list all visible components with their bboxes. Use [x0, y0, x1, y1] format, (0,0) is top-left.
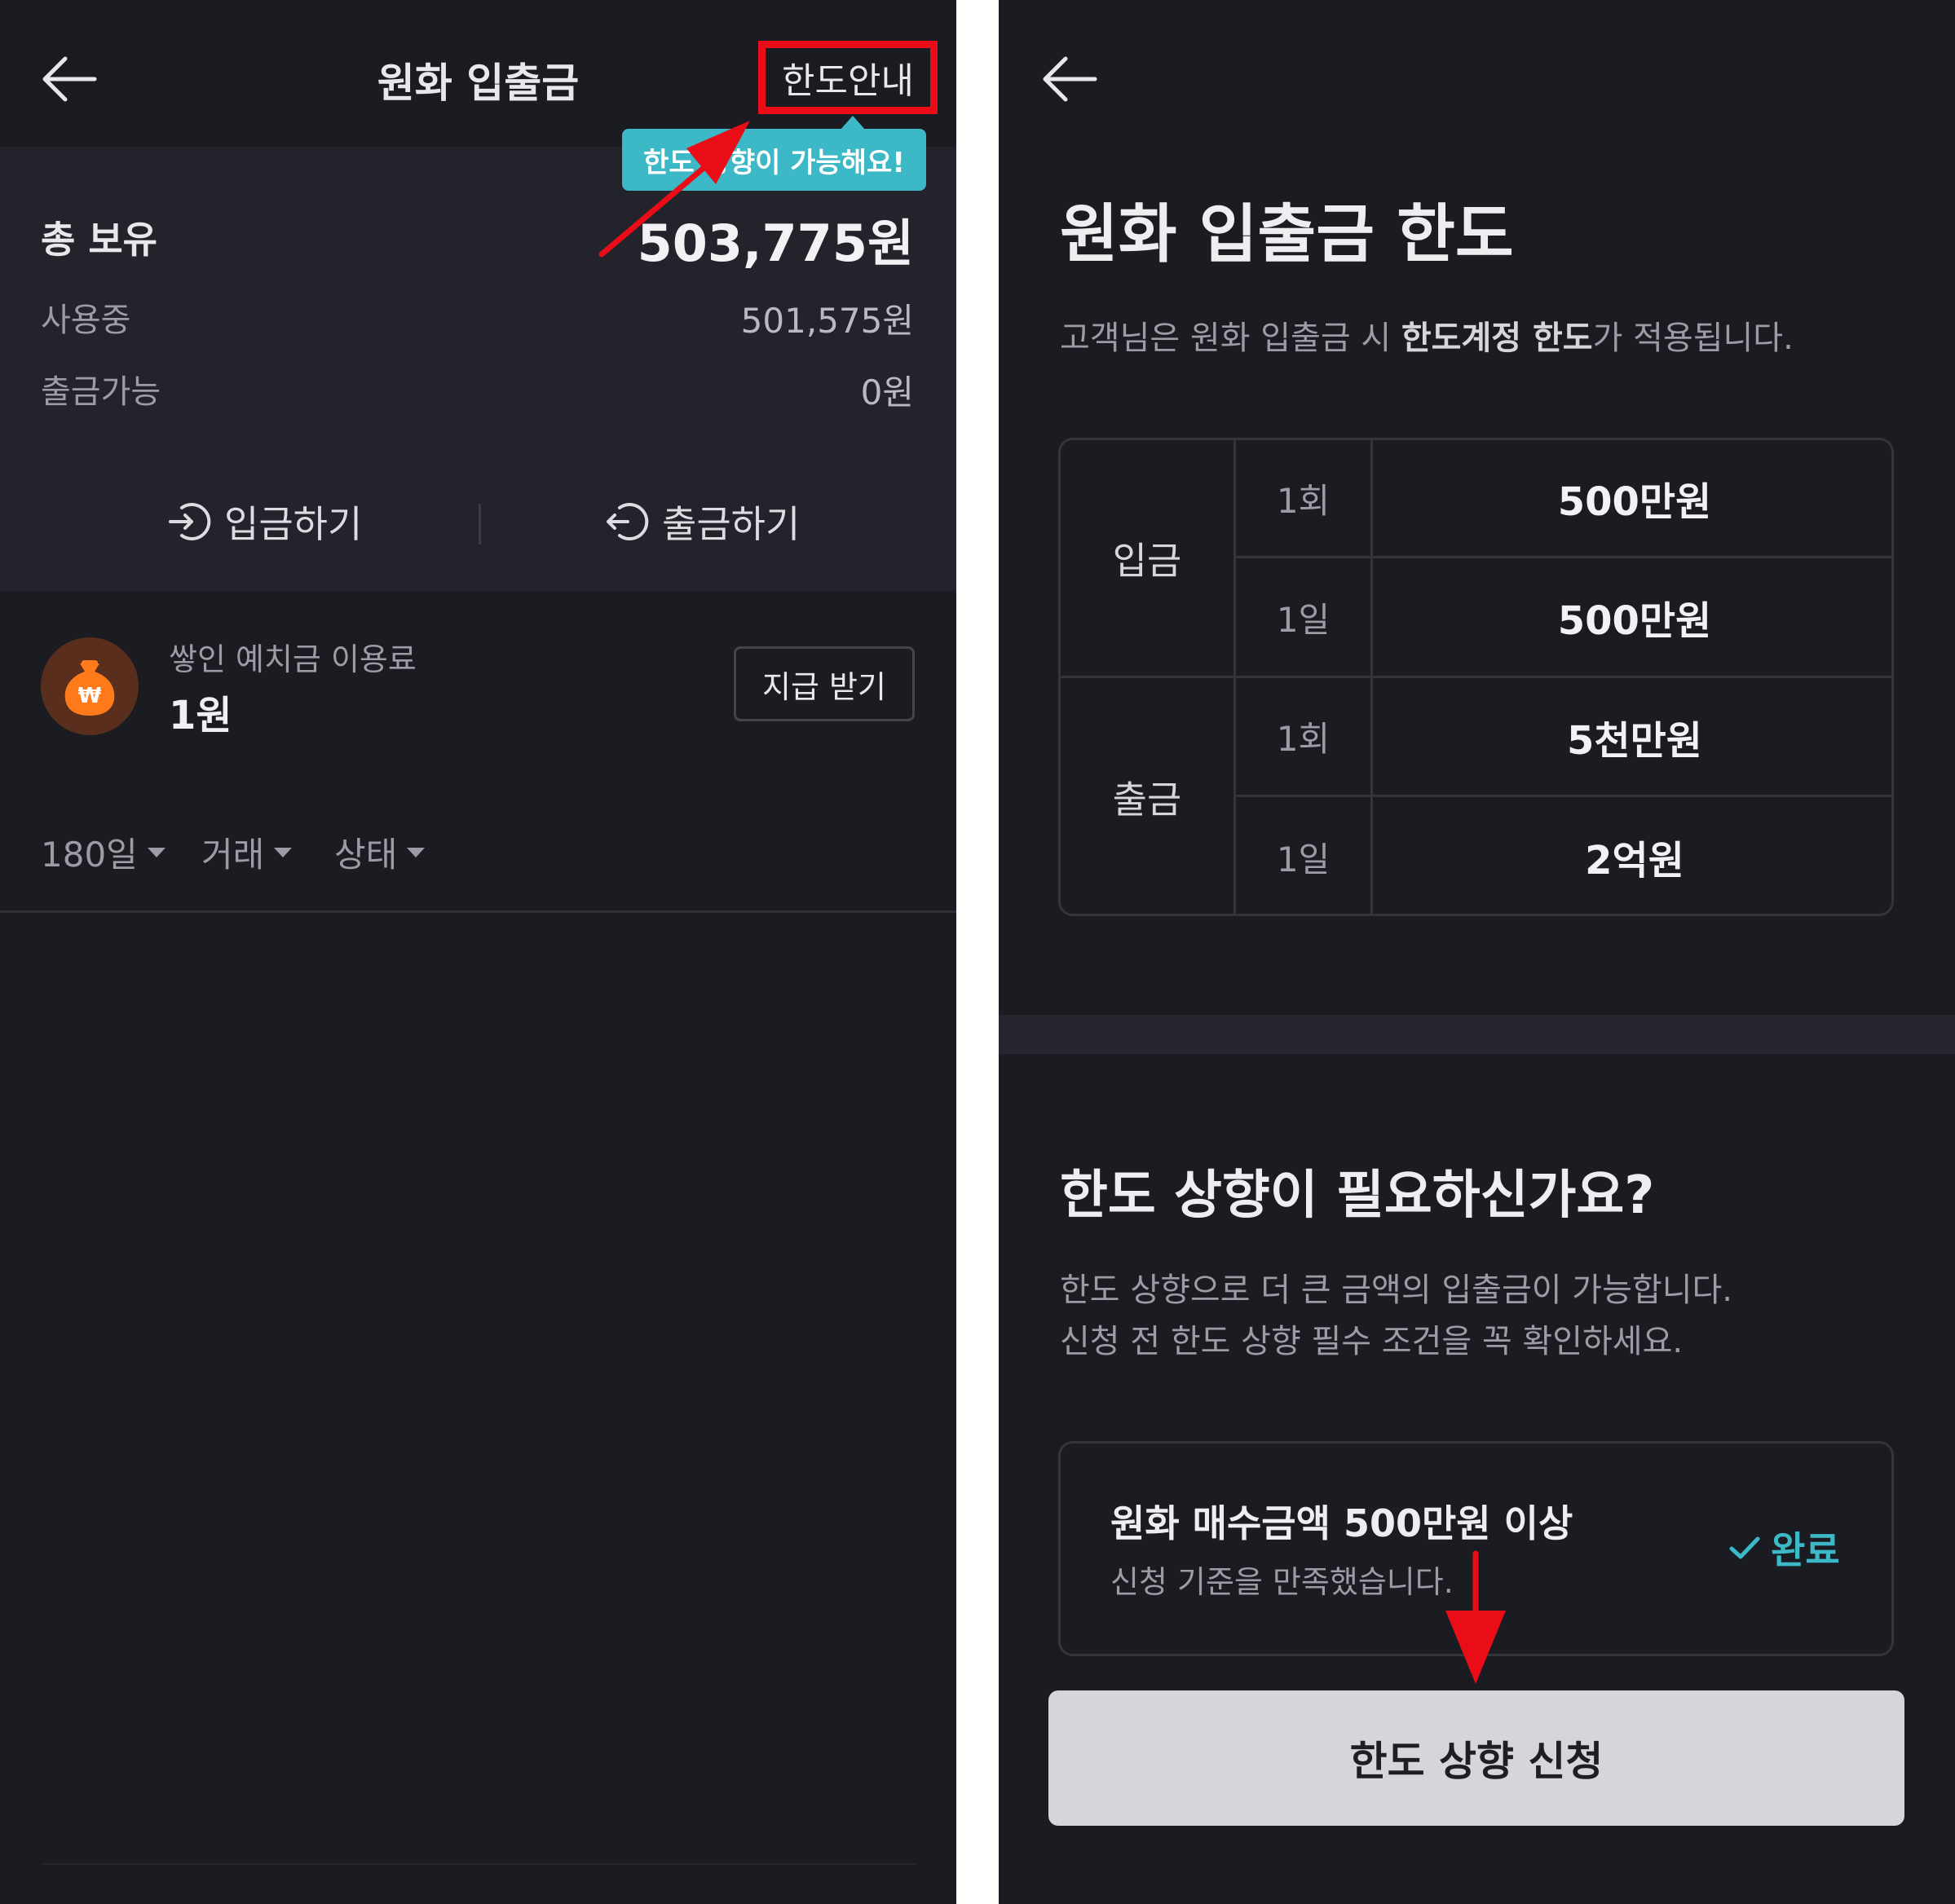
caret-down-icon [274, 847, 293, 857]
description-suffix: 가 적용됩니다. [1592, 320, 1794, 357]
deposit-icon [169, 503, 211, 540]
apply-limit-upgrade-button[interactable]: 한도 상향 신청 [1048, 1690, 1904, 1826]
filter-status-label: 상태 [334, 835, 398, 875]
apply-limit-upgrade-label: 한도 상향 신청 [1349, 1738, 1604, 1785]
condition-status-label: 완료 [1771, 1528, 1840, 1572]
tooltip-text: 한도 상향이 가능해요! [643, 146, 905, 179]
table-group-deposit: 입금 [1112, 538, 1182, 583]
filter-period[interactable]: 180일 [41, 827, 165, 877]
upgrade-info-line: 한도 상향으로 더 큰 금액의 입출금이 가능합니다. [1060, 1272, 1733, 1309]
caret-down-icon [147, 847, 165, 857]
filter-status[interactable]: 상태 [334, 827, 426, 877]
filter-transaction[interactable]: 거래 [201, 827, 293, 877]
limit-description: 고객님은 원화 입출금 시 한도계정 한도가 적용됩니다. [1060, 311, 1794, 359]
description-prefix: 고객님은 원화 입출금 시 [1060, 320, 1401, 357]
deposit-withdraw-screen: 원화 입출금 한도안내 한도 상향이 가능해요! 총 보유 503,775원 사… [0, 0, 956, 1904]
total-holdings-value: 503,775원 [637, 214, 914, 273]
limit-info-screen: 원화 입출금 한도 고객님은 원화 입출금 시 한도계정 한도가 적용됩니다. … [999, 0, 1955, 1904]
table-period: 1일 [1276, 839, 1331, 879]
action-divider [479, 504, 481, 544]
total-holdings-label: 총 보유 [41, 218, 157, 262]
table-amount: 500만원 [1557, 598, 1712, 644]
coin-symbol: ₩ [78, 684, 102, 708]
list-bottom-divider [41, 1863, 917, 1865]
checkmark-icon [1729, 1536, 1760, 1559]
upgrade-title: 한도 상향이 필요하신가요? [1060, 1166, 1655, 1226]
table-amount: 500만원 [1557, 479, 1712, 525]
condition-subtitle: 신청 기준을 만족했습니다. [1110, 1564, 1454, 1600]
limit-guide-label: 한도안내 [782, 60, 914, 102]
upgrade-info-line: 신청 전 한도 상향 필수 조건을 꼭 확인하세요. [1060, 1323, 1684, 1360]
caret-down-icon [407, 847, 426, 857]
in-use-label: 사용중 [41, 302, 131, 339]
withdraw-icon [607, 503, 649, 540]
condition-status: 완료 [1727, 1521, 1840, 1575]
table-period: 1회 [1276, 480, 1331, 521]
limit-title: 원화 입출금 한도 [1060, 198, 1514, 271]
receive-payment-button[interactable]: 지급 받기 [734, 646, 915, 721]
section-separator [999, 1015, 1955, 1054]
limit-upgrade-tooltip[interactable]: 한도 상향이 가능해요! [622, 129, 926, 191]
limit-guide-button[interactable]: 한도안내 [758, 41, 938, 114]
table-amount: 5천만원 [1567, 717, 1702, 764]
filter-period-label: 180일 [41, 835, 138, 875]
deposit-label: 입금하기 [224, 502, 363, 546]
limit-table: 입금 출금 1회 500만원 1일 500만원 1회 5천만원 1일 2억원 [1058, 438, 1894, 916]
table-period: 1회 [1276, 719, 1331, 759]
description-emphasis: 한도계정 한도 [1401, 320, 1593, 357]
withdrawable-label: 출금가능 [41, 373, 161, 411]
in-use-value: 501,575원 [740, 301, 914, 341]
section-divider [0, 910, 956, 913]
withdraw-label: 출금하기 [662, 502, 801, 546]
withdrawable-value: 0원 [860, 372, 914, 412]
table-period: 1일 [1276, 599, 1331, 640]
reward-label: 쌓인 예치금 이용료 [169, 641, 417, 677]
withdraw-button[interactable]: 출금하기 [605, 493, 800, 550]
condition-title: 원화 매수금액 500만원 이상 [1110, 1501, 1573, 1545]
deposit-button[interactable]: 입금하기 [167, 493, 362, 550]
reward-value: 1원 [169, 693, 232, 738]
money-bag-icon: ₩ [41, 637, 139, 735]
receive-payment-label: 지급 받기 [762, 668, 886, 705]
back-arrow-icon[interactable] [1041, 51, 1098, 108]
table-group-withdraw: 출금 [1112, 778, 1182, 822]
table-amount: 2억원 [1585, 838, 1684, 884]
filter-transaction-label: 거래 [201, 835, 265, 875]
